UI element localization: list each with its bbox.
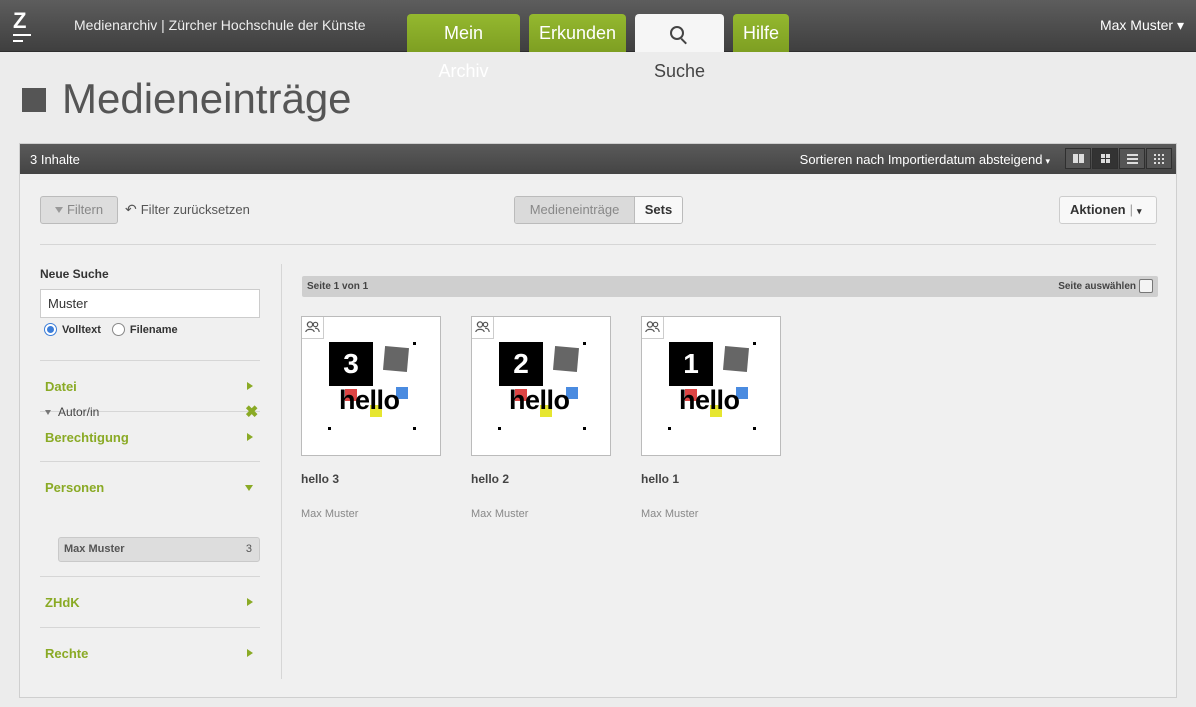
- filter-value-count: 3: [245, 543, 252, 555]
- triangle-down-icon: [45, 409, 51, 415]
- tab-label: Hilfe: [743, 23, 780, 43]
- thumbnail-text: hello: [679, 385, 740, 415]
- funnel-icon: [54, 207, 63, 213]
- chevron-down-icon: ▾: [1045, 156, 1050, 166]
- chevron-right-icon: [247, 649, 253, 657]
- sidebar-divider: [281, 264, 282, 679]
- facet-label: Rechte: [45, 646, 89, 661]
- chevron-down-icon: ▾: [1176, 17, 1184, 33]
- filter-label: Filtern: [66, 202, 104, 217]
- grid-icon[interactable]: [1092, 148, 1118, 169]
- thumbnail-number: 2: [499, 342, 543, 386]
- results-panel: 3 Inhalte Sortieren nach Importierdatum …: [19, 143, 1177, 698]
- tab-media-entries[interactable]: Medieneinträge: [515, 197, 635, 223]
- person-icon: [472, 317, 494, 339]
- sort-dropdown[interactable]: Sortieren nach Importierdatum absteigend…: [800, 152, 1050, 167]
- select-page-label: Seite auswählen: [1058, 281, 1136, 292]
- person-icon: [302, 317, 324, 339]
- media-thumbnail[interactable]: 2 hello: [471, 316, 611, 456]
- radio-fulltext-label: Volltext: [62, 323, 101, 336]
- chevron-right-icon: [247, 382, 253, 390]
- top-navigation-bar: Z Medienarchiv | Zürcher Hochschule der …: [0, 0, 1196, 81]
- type-switcher: Medieneinträge Sets: [514, 196, 683, 224]
- remove-filter-icon[interactable]: ✖: [245, 405, 258, 421]
- page-label: Seite 1 von 1: [307, 281, 369, 292]
- user-menu[interactable]: Max Muster ▾: [1100, 17, 1184, 34]
- tab-label: Mein Archiv: [438, 23, 489, 81]
- new-search-label: Neue Suche: [40, 267, 109, 281]
- tab-sets[interactable]: Sets: [635, 197, 682, 223]
- chevron-right-icon: [247, 433, 253, 441]
- facet-zhdk[interactable]: ZHdK: [40, 576, 260, 627]
- sub-facet-autor[interactable]: Autor/in: [45, 405, 99, 419]
- zhdk-logo[interactable]: Z: [13, 8, 31, 44]
- page-bar: Seite 1 von 1 Seite auswählen: [302, 276, 1158, 297]
- media-thumbnail[interactable]: 1 hello: [641, 316, 781, 456]
- tab-mein-archiv[interactable]: Mein Archiv: [407, 14, 520, 81]
- reset-label: Filter zurücksetzen: [140, 202, 250, 217]
- search-input[interactable]: [40, 289, 260, 318]
- radio-filename[interactable]: [111, 323, 125, 336]
- filter-value-max-muster[interactable]: Max Muster 3: [58, 537, 260, 562]
- tab-label: Erkunden: [539, 23, 617, 43]
- media-entry-author: Max Muster: [471, 508, 529, 520]
- chevron-down-icon: ▾: [1137, 206, 1142, 216]
- filter-value-label: Max Muster: [64, 543, 125, 555]
- tiles-large-icon[interactable]: [1065, 148, 1091, 169]
- media-entries-icon: [22, 88, 46, 112]
- tab-label: Suche: [653, 61, 706, 81]
- actions-label: Aktionen: [1070, 202, 1126, 217]
- media-entry-author: Max Muster: [641, 508, 699, 520]
- results-header-bar: 3 Inhalte Sortieren nach Importierdatum …: [20, 144, 1176, 174]
- thumbnail-text: hello: [509, 385, 570, 415]
- reset-filter-link[interactable]: ↶ Filter zurücksetzen: [125, 201, 250, 218]
- radio-fulltext[interactable]: [44, 323, 57, 336]
- sort-label: Sortieren nach Importierdatum absteigend: [799, 152, 1043, 167]
- app-title[interactable]: Medienarchiv | Zürcher Hochschule der Kü…: [74, 17, 366, 33]
- divider: [40, 244, 1156, 245]
- search-mode: Volltext Filename: [44, 323, 178, 336]
- chevron-right-icon: [247, 598, 253, 606]
- page-title: Medieneinträge: [62, 75, 352, 122]
- actions-button[interactable]: Aktionen | ▾: [1059, 196, 1157, 224]
- filter-button[interactable]: Filtern: [40, 196, 118, 224]
- tab-suche[interactable]: Suche: [635, 14, 724, 81]
- media-entry-title[interactable]: hello 2: [471, 472, 509, 486]
- thumbnail-number: 3: [329, 342, 373, 386]
- logo-dash: [13, 34, 31, 36]
- thumbnail-number: 1: [669, 342, 713, 386]
- view-switcher: [1064, 148, 1172, 169]
- thumbnail-text: hello: [339, 385, 400, 415]
- media-entry-title[interactable]: hello 3: [301, 472, 339, 486]
- result-count: 3 Inhalte: [30, 152, 80, 167]
- tab-hilfe[interactable]: Hilfe: [733, 14, 789, 52]
- facet-label: ZHdK: [45, 595, 80, 610]
- user-name: Max Muster: [1099, 17, 1174, 33]
- media-thumbnail[interactable]: 3 hello: [301, 316, 441, 456]
- facet-label: Personen: [45, 480, 105, 495]
- tab-erkunden[interactable]: Erkunden: [529, 14, 626, 52]
- facet-label: Datei: [45, 379, 77, 394]
- search-icon: [669, 26, 684, 40]
- list-icon[interactable]: [1119, 148, 1145, 169]
- miniature-icon[interactable]: [1146, 148, 1172, 169]
- facet-datei[interactable]: Datei: [40, 360, 260, 411]
- sub-facet-label: Autor/in: [58, 405, 100, 419]
- media-entry-title[interactable]: hello 1: [641, 472, 679, 486]
- facet-label: Berechtigung: [45, 430, 129, 445]
- undo-icon: ↶: [125, 201, 137, 217]
- select-page-checkbox[interactable]: [1139, 279, 1153, 293]
- facet-rechte[interactable]: Rechte: [40, 627, 260, 678]
- media-entry-author: Max Muster: [301, 508, 359, 520]
- logo-dash: [13, 40, 23, 42]
- logo-letter: Z: [13, 8, 27, 33]
- person-icon: [642, 317, 664, 339]
- radio-filename-label: Filename: [129, 323, 178, 336]
- chevron-down-icon: [245, 485, 253, 491]
